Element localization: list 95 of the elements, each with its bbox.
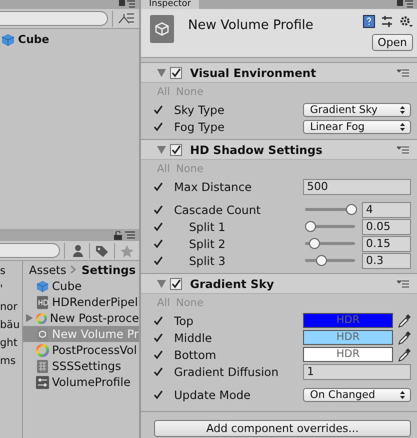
slider[interactable] [303, 254, 357, 267]
color-wheel-icon [36, 312, 47, 324]
expand-arrow-icon[interactable] [26, 314, 33, 322]
number-field[interactable]: 0.3 [362, 252, 411, 268]
foldout-arrow-icon[interactable] [157, 68, 166, 76]
slider[interactable] [303, 203, 357, 216]
dropdown[interactable]: On Changed [303, 388, 411, 402]
checkbox[interactable] [153, 222, 163, 232]
menu-icon[interactable] [397, 280, 409, 288]
field-label: Sky Type [173, 102, 226, 116]
folder-item[interactable]: ms [0, 355, 22, 367]
field-label: Middle [173, 330, 213, 344]
checkbox[interactable] [153, 122, 163, 132]
asset-name[interactable]: HDRenderPipel [52, 295, 138, 309]
breadcrumb-item[interactable]: Assets [29, 262, 66, 276]
field-label: Max Distance [173, 180, 253, 194]
number-field[interactable]: 500 [303, 178, 411, 194]
asset-name[interactable]: VolumeProfile [52, 375, 131, 389]
checkbox[interactable] [153, 316, 163, 326]
checkbox[interactable] [153, 366, 163, 376]
checkbox[interactable] [170, 278, 182, 290]
color-field[interactable]: HDR [303, 330, 393, 345]
checkbox[interactable] [153, 390, 163, 400]
asset-icon [150, 15, 174, 43]
asset-name[interactable]: PostProcessVol [52, 343, 137, 357]
menu-icon[interactable] [397, 146, 409, 154]
field-label: Top [173, 314, 194, 328]
menu-icon[interactable] [397, 0, 413, 8]
section-title: Visual Environment [189, 66, 318, 80]
sliders-icon[interactable] [381, 15, 393, 28]
section-title: Gradient Sky [189, 276, 275, 290]
file-icon [36, 296, 49, 308]
folder-item[interactable]: s [0, 265, 22, 277]
add-component-overrides-button[interactable]: Add component overrides... [154, 420, 411, 437]
number-field[interactable]: 1 [303, 364, 411, 380]
asset-title: New Volume Profile [188, 17, 314, 33]
breadcrumb-item[interactable]: Settings [81, 262, 136, 276]
checkbox[interactable] [153, 256, 163, 266]
checkbox[interactable] [153, 238, 163, 248]
field-label: Split 2 [188, 236, 226, 250]
settings-icon[interactable] [399, 15, 413, 28]
field-label: Update Mode [173, 388, 252, 402]
foldout-arrow-icon[interactable] [157, 280, 166, 288]
checkbox[interactable] [153, 350, 163, 360]
cube-icon [36, 280, 49, 292]
eyedropper-icon[interactable] [398, 314, 411, 328]
folder-item[interactable]: nor [0, 301, 22, 313]
color-wheel-icon [36, 344, 49, 356]
field-label: Bottom [173, 348, 218, 362]
asset-name[interactable]: New Post-proce [50, 311, 139, 325]
slider[interactable] [303, 220, 357, 233]
eyedropper-icon[interactable] [398, 348, 411, 362]
search-field[interactable] [0, 11, 108, 26]
cube-icon [1, 32, 15, 46]
help-book-icon[interactable] [363, 15, 375, 28]
number-field[interactable]: 4 [362, 202, 411, 218]
number-field[interactable]: 0.15 [362, 236, 411, 252]
field-label: Split 3 [188, 254, 226, 268]
menu-icon[interactable] [119, 0, 135, 8]
color-field[interactable]: HDR [303, 347, 393, 362]
chevron-right-icon [70, 265, 78, 274]
section-title: HD Shadow Settings [189, 142, 324, 156]
field-label: Cascade Count [173, 202, 262, 216]
checkbox[interactable] [170, 144, 182, 156]
checkbox[interactable] [153, 104, 163, 114]
open-button[interactable]: Open [372, 34, 413, 51]
checkbox[interactable] [170, 66, 182, 78]
menu-icon[interactable] [125, 231, 135, 239]
file-icon [36, 360, 49, 372]
box-icon [36, 328, 49, 340]
checkbox[interactable] [153, 332, 163, 342]
folder-item[interactable]: ' [0, 283, 22, 295]
search-field[interactable] [0, 243, 60, 258]
slider[interactable] [303, 237, 357, 250]
lock-icon[interactable] [114, 230, 122, 240]
folder-item[interactable]: ght [0, 337, 22, 349]
dropdown[interactable]: Linear Fog [303, 120, 411, 134]
field-label: Fog Type [173, 120, 226, 134]
checkbox[interactable] [153, 182, 163, 192]
up-down-arrows-icon [400, 106, 405, 114]
field-label: Split 1 [188, 220, 226, 234]
sliders-icon [36, 376, 49, 388]
asset-name[interactable]: Cube [52, 279, 82, 293]
eyedropper-icon[interactable] [398, 330, 411, 344]
up-down-arrows-icon [400, 122, 405, 130]
folder-item[interactable]: bäu [0, 319, 22, 331]
hierarchy-item[interactable]: Cube [18, 33, 50, 46]
number-field[interactable]: 0.05 [362, 218, 411, 234]
dropdown[interactable]: Gradient Sky [303, 102, 411, 116]
menu-icon[interactable] [397, 68, 409, 76]
foldout-arrow-icon[interactable] [157, 146, 166, 154]
field-label: Gradient Diffusion [173, 364, 280, 378]
up-down-arrows-icon [400, 390, 405, 398]
asset-name[interactable]: SSSSettings [52, 359, 122, 373]
checkbox[interactable] [153, 204, 163, 214]
